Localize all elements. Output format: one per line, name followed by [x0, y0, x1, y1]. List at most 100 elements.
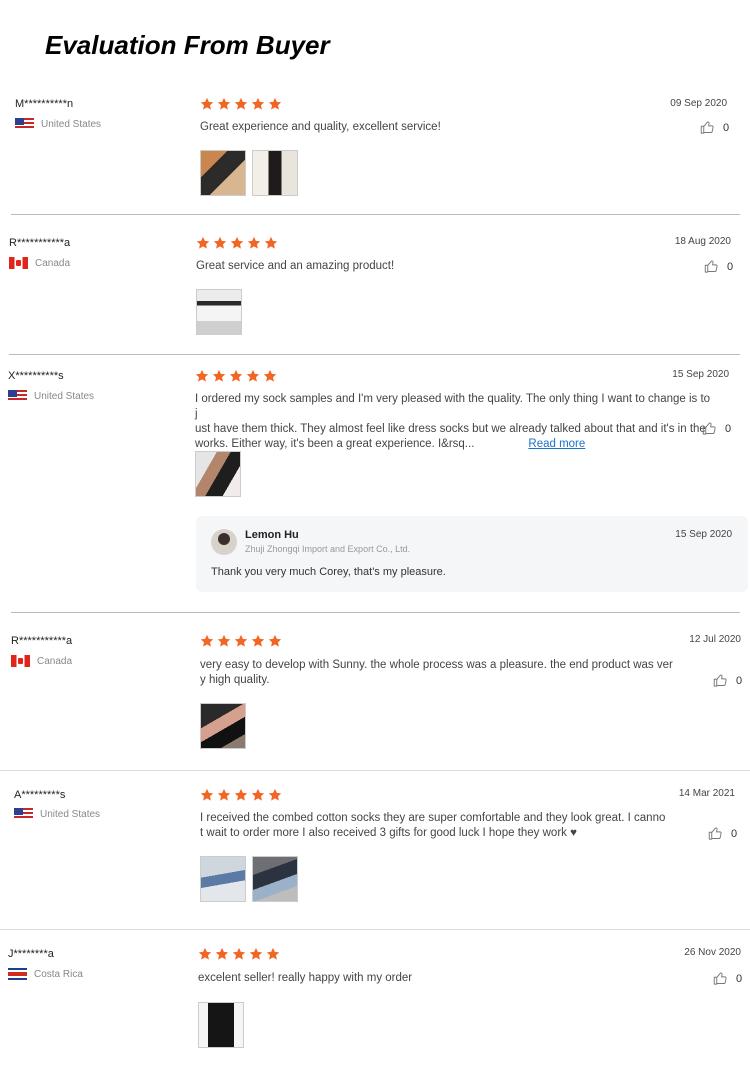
- star-icon: [266, 947, 280, 960]
- star-icon: [212, 369, 226, 382]
- us-flag-icon: [8, 390, 27, 402]
- star-icon: [217, 788, 231, 801]
- like-count: 0: [731, 827, 738, 840]
- us-flag-icon: [15, 118, 34, 130]
- star-icon: [234, 788, 248, 801]
- star-icon: [215, 947, 229, 960]
- like-count: 0: [725, 422, 732, 435]
- star-icon: [213, 236, 227, 249]
- like-button[interactable]: 0: [713, 971, 742, 986]
- star-icon: [249, 947, 263, 960]
- star-icon: [230, 236, 244, 249]
- divider: [0, 770, 750, 771]
- review-photos: [200, 150, 298, 196]
- star-icon: [251, 788, 265, 801]
- thumbs-up-icon: [713, 674, 727, 687]
- review-photo[interactable]: [200, 703, 246, 749]
- review-date: 15 Sep 2020: [672, 369, 729, 380]
- buyer-name: A*********s: [14, 789, 66, 801]
- avatar: [211, 529, 237, 555]
- like-button[interactable]: 0: [700, 120, 729, 135]
- buyer-country: United States: [8, 390, 94, 402]
- page-title: Evaluation From Buyer: [45, 30, 330, 60]
- review-text-line: ust have them thick. They almost feel li…: [195, 423, 706, 435]
- star-icon: [198, 947, 212, 960]
- star-icon: [234, 97, 248, 110]
- review-photos: [200, 856, 298, 902]
- review-text: Great service and an amazing product!: [196, 260, 395, 272]
- review-text-line: I ordered my sock samples and I'm very p…: [195, 393, 711, 420]
- star-rating: [200, 634, 282, 648]
- reply-text: Thank you very much Corey, that's my ple…: [211, 566, 446, 578]
- star-icon: [234, 634, 248, 647]
- buyer-country: Canada: [11, 655, 72, 667]
- star-icon: [268, 634, 282, 647]
- review-text: I ordered my sock samples and I'm very p…: [195, 392, 715, 452]
- review-photo[interactable]: [200, 150, 246, 196]
- star-rating: [200, 97, 282, 111]
- review-photos: [196, 289, 242, 335]
- star-icon: [263, 369, 277, 382]
- divider: [0, 929, 750, 930]
- buyer-name: J********a: [8, 948, 54, 960]
- star-rating: [200, 788, 282, 802]
- divider: [9, 354, 740, 355]
- buyer-name: R***********a: [9, 237, 71, 249]
- review-photo[interactable]: [196, 289, 242, 335]
- review-text: excelent seller! really happy with my or…: [198, 972, 413, 984]
- review-date: 09 Sep 2020: [670, 98, 727, 109]
- star-icon: [200, 788, 214, 801]
- star-icon: [232, 947, 246, 960]
- review-date: 18 Aug 2020: [674, 236, 731, 247]
- review-text-line: works. Either way, it's been a great exp…: [195, 438, 475, 450]
- star-icon: [217, 97, 231, 110]
- us-flag-icon: [14, 808, 33, 820]
- review-date: 26 Nov 2020: [684, 947, 741, 958]
- seller-reply: Lemon Hu Zhuji Zhongqi Import and Export…: [196, 516, 748, 592]
- like-button[interactable]: 0: [704, 259, 733, 274]
- buyer-country: Canada: [9, 257, 70, 269]
- country-name: Canada: [35, 257, 71, 269]
- star-icon: [200, 97, 214, 110]
- thumbs-up-icon: [708, 827, 722, 840]
- buyer-country: United States: [15, 118, 101, 130]
- country-name: United States: [41, 118, 102, 130]
- review-photo[interactable]: [198, 1002, 244, 1048]
- buyer-name: M**********n: [15, 98, 74, 110]
- star-icon: [195, 369, 209, 382]
- star-icon: [200, 634, 214, 647]
- star-icon: [217, 634, 231, 647]
- like-count: 0: [736, 674, 743, 687]
- read-more-link[interactable]: Read more: [528, 438, 585, 450]
- reply-company: Zhuji Zhongqi Import and Export Co., Ltd…: [245, 544, 411, 554]
- country-name: Costa Rica: [34, 968, 83, 980]
- thumbs-up-icon: [700, 121, 714, 134]
- buyer-country: United States: [14, 808, 100, 820]
- review-text-line: I received the combed cotton socks they …: [200, 812, 666, 824]
- review-photos: [198, 1002, 244, 1048]
- buyer-country: Costa Rica: [8, 968, 83, 980]
- like-button[interactable]: 0: [702, 421, 731, 436]
- review-text-line: very easy to develop with Sunny. the who…: [200, 659, 673, 671]
- like-button[interactable]: 0: [713, 673, 742, 688]
- like-button[interactable]: 0: [708, 826, 737, 841]
- thumbs-up-icon: [713, 972, 727, 985]
- review-photo[interactable]: [200, 856, 246, 902]
- canada-flag-icon: [11, 655, 30, 667]
- buyer-name: X**********s: [8, 370, 64, 382]
- review-photo[interactable]: [252, 150, 298, 196]
- thumbs-up-icon: [704, 260, 718, 273]
- star-icon: [196, 236, 210, 249]
- country-name: Canada: [37, 655, 73, 667]
- review-text-line: y high quality.: [200, 674, 270, 686]
- star-icon: [268, 97, 282, 110]
- review-photo[interactable]: [252, 856, 298, 902]
- star-icon: [229, 369, 243, 382]
- review-text: I received the combed cotton socks they …: [200, 811, 700, 841]
- review-text: very easy to develop with Sunny. the who…: [200, 658, 700, 688]
- like-count: 0: [723, 121, 730, 134]
- star-icon: [247, 236, 261, 249]
- review-photo[interactable]: [195, 451, 241, 497]
- star-icon: [246, 369, 260, 382]
- buyer-name: R***********a: [11, 635, 73, 647]
